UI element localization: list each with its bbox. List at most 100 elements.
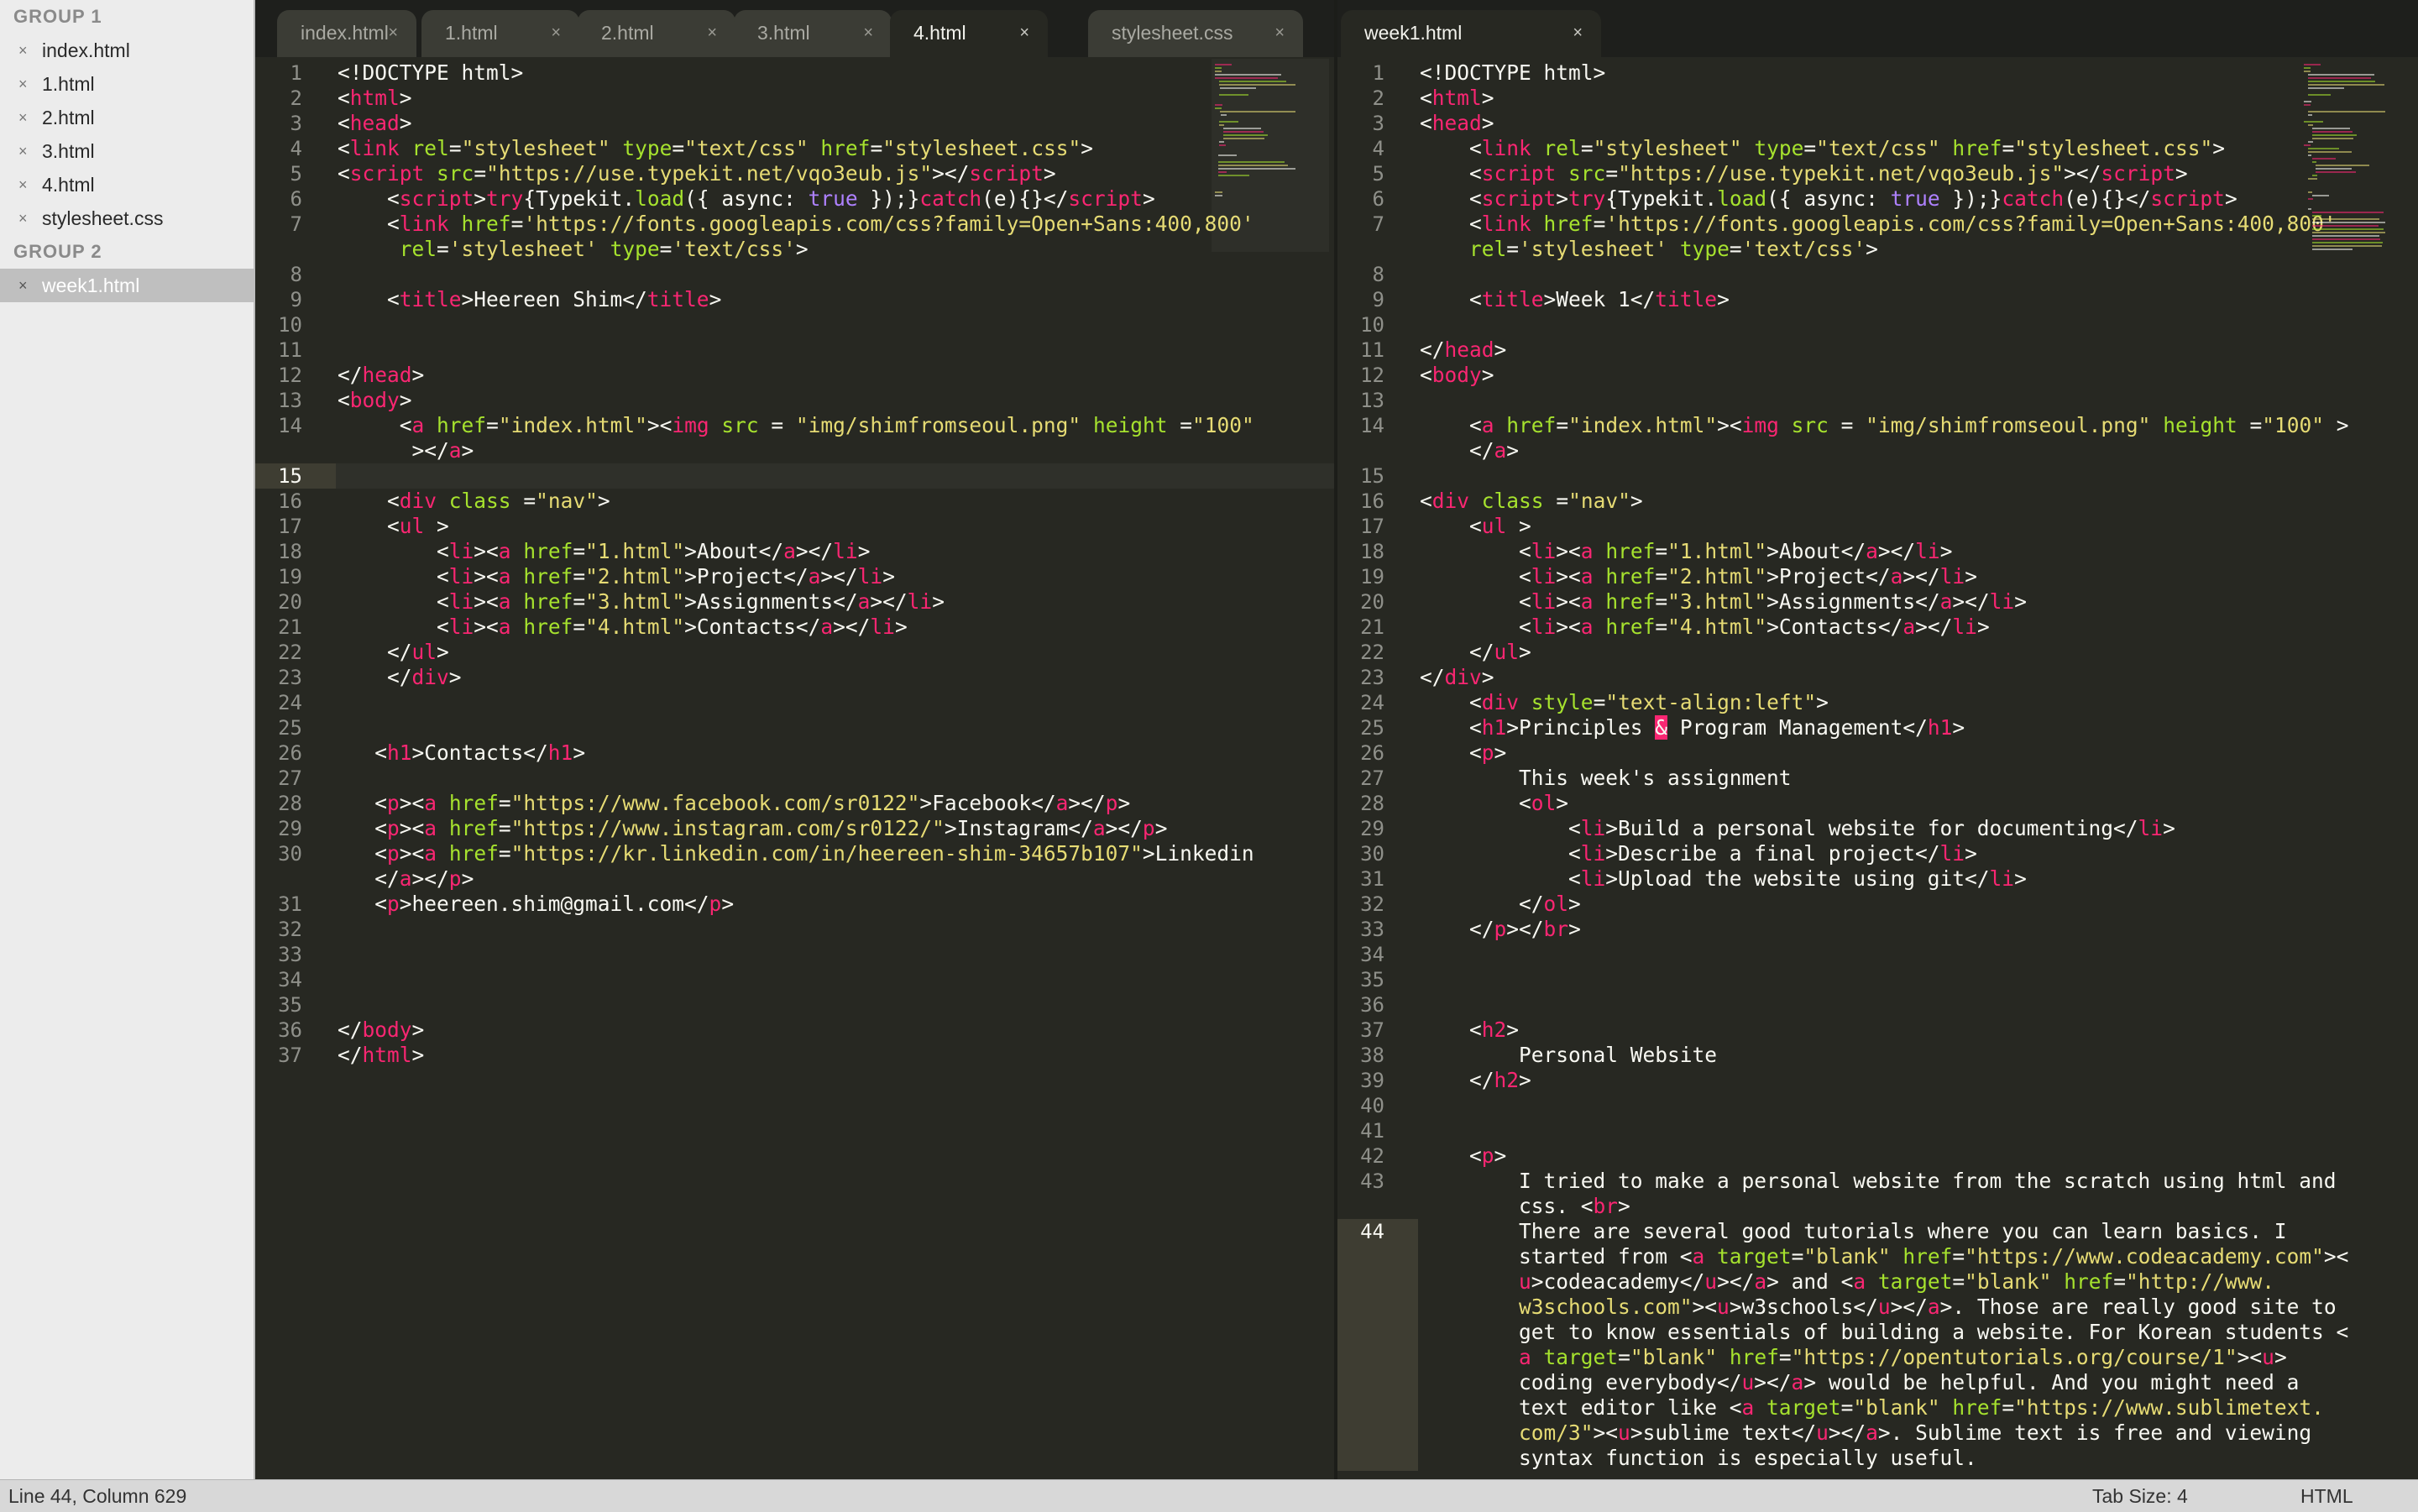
sidebar-file-label: 3.html [42,140,95,162]
line-number: 22 [1360,641,1384,664]
minimap-line [2307,81,2376,82]
sidebar-file-item[interactable]: × stylesheet.css [0,201,254,235]
close-icon[interactable]: × [18,34,28,67]
sidebar-file-item[interactable]: × 4.html [0,168,254,201]
editor-tab[interactable]: 2.html × [578,10,735,57]
editor-tab[interactable]: 3.html × [734,10,892,57]
close-icon[interactable]: × [1573,10,1583,55]
code-line: </head> [1420,337,1507,362]
code-view-right[interactable]: 1 2 3 4 5 6 7 8 9 10 11 12 13 14 15 16 17 18 19 20 21 22 23 24 2… [1337,59,2418,1479]
line-number: 9 [290,288,302,311]
editor-tab[interactable]: 4.html × [890,10,1048,57]
line-number: 39 [1360,1069,1384,1092]
minimap-line [2307,154,2311,156]
minimap-line [1220,111,1295,112]
status-syntax[interactable]: HTML [2300,1480,2353,1512]
close-icon[interactable]: × [18,67,28,101]
code-line: text editor like <a target="blank" href=… [1420,1395,2324,1420]
line-number: 11 [1360,338,1384,362]
code-line: <body> [338,388,412,412]
minimap-line [1215,104,1223,106]
code-line: w3schools.com"><u>w3schools</u></a>. Tho… [1519,1295,2337,1319]
line-number: 18 [1360,540,1384,563]
code-line: started from <a target="blank" href="htt… [1420,1244,2349,1269]
line-number: 9 [1372,288,1384,311]
close-icon[interactable]: × [388,10,398,55]
close-icon[interactable]: × [1274,10,1285,55]
minimap-line [2311,238,2381,240]
close-icon[interactable]: × [18,134,28,168]
code-line: <!DOCTYPE html> [1420,60,1606,85]
status-tab-size[interactable]: Tab Size: 4 [2092,1480,2188,1512]
minimap-line [1222,134,1268,136]
line-number: 32 [278,918,302,941]
sidebar-file-item[interactable]: × week1.html [0,269,254,302]
line-number: 40 [1360,1094,1384,1117]
minimap-line [2311,128,2351,129]
minimap-line [1220,87,1256,89]
code-line: <head> [338,111,412,135]
close-icon[interactable]: × [18,101,28,134]
line-number: 12 [278,364,302,387]
line-number: 15 [278,464,302,488]
code-line: </ul> [338,640,449,664]
minimap-line [2311,235,2380,237]
minimap-line [2311,212,2384,213]
minimap-line [2304,67,2311,69]
close-icon[interactable]: × [18,168,28,201]
minimap-left[interactable] [1212,59,1329,252]
editor-tab[interactable]: stylesheet.css × [1088,10,1303,57]
line-number: 15 [1360,464,1384,488]
minimap-line [1222,128,1262,129]
minimap-right[interactable] [2300,59,2411,445]
code-line: There are several good tutorials where y… [1420,1219,2287,1243]
sidebar-group-title: GROUP 2 [13,241,102,262]
code-line: <p> [1420,740,1507,765]
minimap-line [1218,124,1225,126]
code-line: <a href="index.html"><img src = "img/shi… [1420,413,2349,437]
editor-tab[interactable]: index.html × [277,10,416,57]
minimap-line [2307,84,2384,86]
minimap-line [2304,144,2311,146]
minimap-line [2304,121,2324,123]
sidebar-file-item[interactable]: × index.html [0,34,254,67]
close-icon[interactable]: × [707,10,717,55]
sidebar-file-item[interactable]: × 1.html [0,67,254,101]
minimap-line [1218,144,1226,146]
code-line: <link href='https://fonts.googleapis.com… [1420,212,2337,236]
minimap-line [1222,131,1264,133]
close-icon[interactable]: × [18,201,28,235]
line-number: 37 [278,1044,302,1067]
code-line: <h1>Principles & Program Management</h1> [1420,715,1965,740]
close-icon[interactable]: × [1019,10,1029,55]
minimap-line [1215,71,1222,72]
sidebar-file-item[interactable]: × 2.html [0,101,254,134]
line-number: 31 [278,892,302,916]
minimap-line [2307,198,2314,200]
sidebar-file-item[interactable]: × 3.html [0,134,254,168]
code-line: </ul> [1420,640,1531,664]
line-number: 24 [1360,691,1384,714]
line-number: 12 [1360,364,1384,387]
code-line: u>codeacademy</u></a> and <a target="bla… [1519,1269,2274,1294]
editor-tab[interactable]: week1.html × [1341,10,1601,57]
editor-tab[interactable]: 1.html × [421,10,579,57]
close-icon[interactable]: × [18,269,28,302]
code-line: This week's assignment [1420,766,1792,790]
minimap-line [2307,77,2372,79]
code-line: <li><a href="2.html">Project</a></li> [1420,564,1977,589]
close-icon[interactable]: × [863,10,873,55]
line-number: 36 [278,1018,302,1042]
close-icon[interactable]: × [551,10,561,55]
line-number: 13 [1360,389,1384,412]
code-view-left[interactable]: 1 2 3 4 5 6 7 8 9 10 11 12 13 14 15 16 17 18 19 20 21 22 23 24 2… [255,59,1334,1479]
code-line: <link rel="stylesheet" type="text/css" h… [1420,136,2225,160]
line-number: 34 [278,968,302,991]
line-number: 4 [290,137,302,160]
code-line: <h2> [1420,1018,1520,1042]
minimap-line [2304,101,2312,102]
gutter-left: 1 2 3 4 5 6 7 8 9 10 11 12 13 14 15 16 17 18 19 20 21 22 23 24 2… [255,59,336,1479]
minimap-line [1215,107,1222,109]
code-line: <p><a href="https://www.facebook.com/sr0… [338,791,1131,815]
sidebar-file-label: week1.html [42,275,140,296]
